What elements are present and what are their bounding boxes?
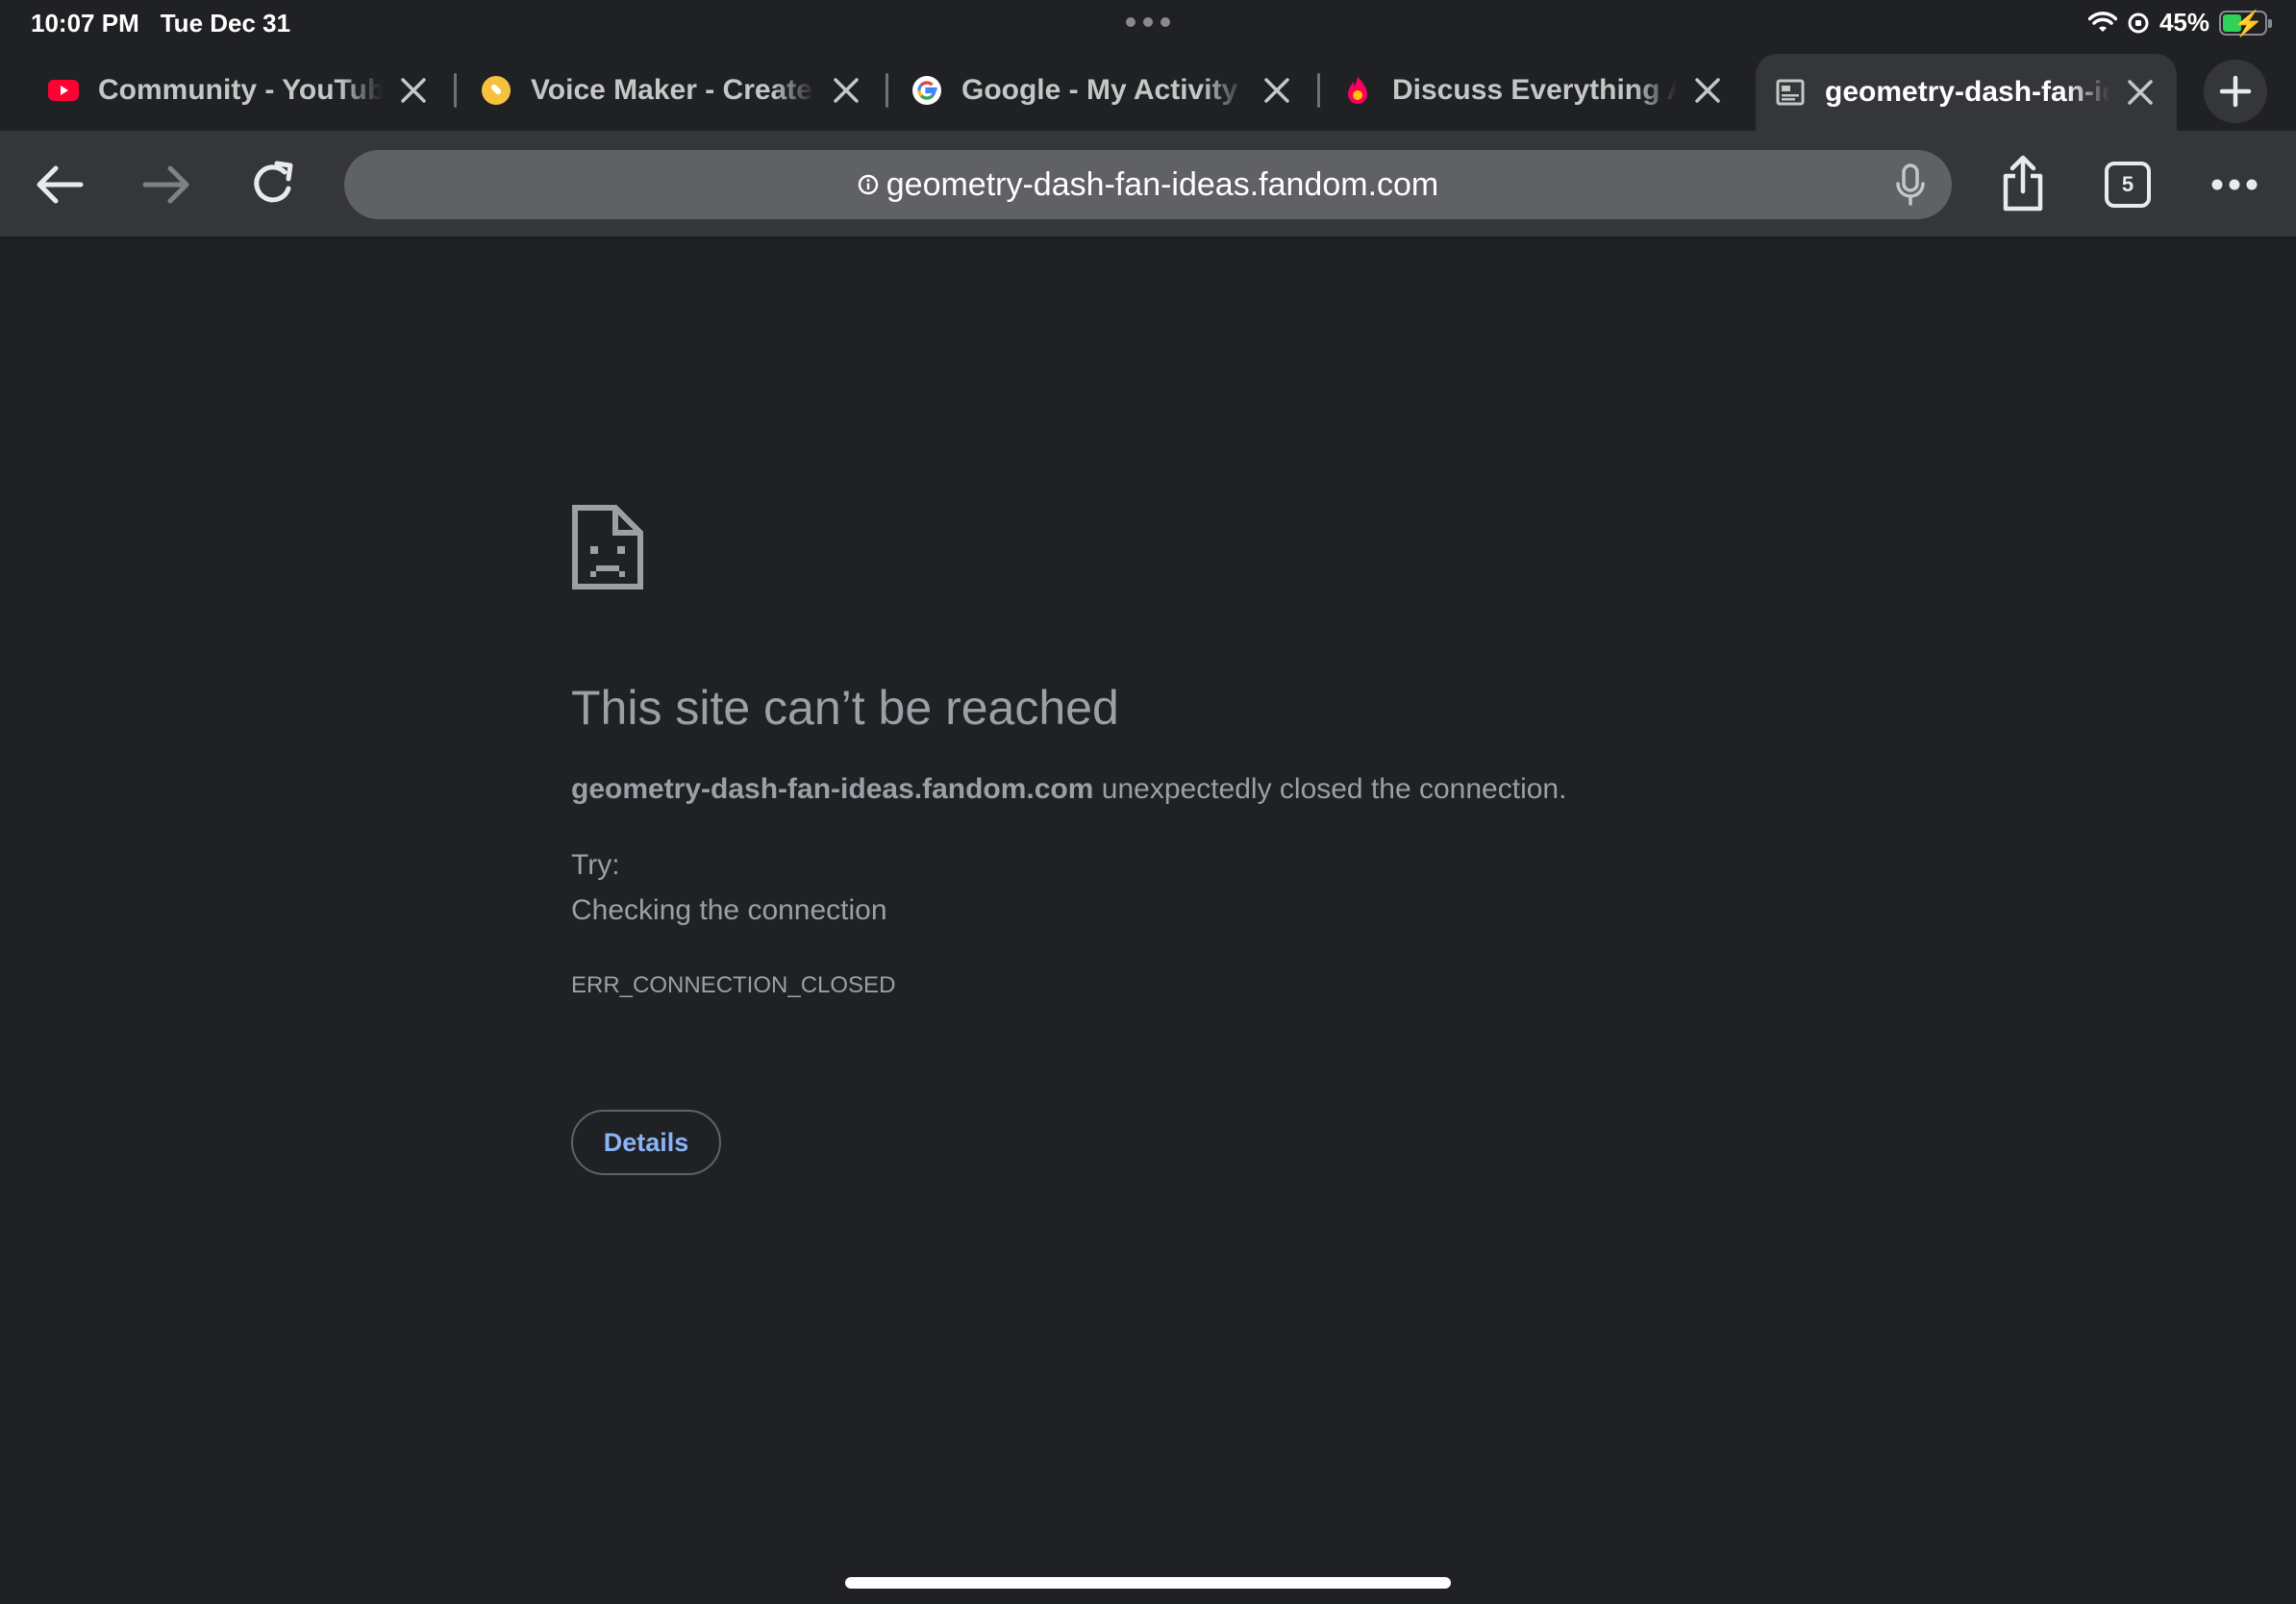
tab-youtube-community[interactable]: Community - YouTube [0,54,450,127]
battery-icon: ⚡ [2219,10,2272,37]
arrow-right-icon [142,165,189,204]
orientation-lock-icon [2128,13,2149,33]
wifi-icon [2087,11,2117,32]
close-tab-icon[interactable] [2123,75,2158,110]
status-indicators: 45% ⚡ [2087,8,2272,38]
arrow-left-icon [37,165,84,204]
close-tab-icon[interactable] [396,73,431,108]
microphone-icon[interactable] [1894,163,1927,213]
details-button[interactable]: Details [571,1110,721,1175]
tab-title: Google - My Activity [961,74,1238,106]
status-time-date: 10:07 PM Tue Dec 31 [31,9,290,38]
more-horizontal-icon [2211,179,2258,190]
tab-count: 5 [2105,162,2151,208]
close-tab-icon[interactable] [1690,73,1725,108]
tab-google-my-activity[interactable]: Google - My Activity [863,54,1313,127]
share-button[interactable] [1994,152,2052,215]
close-tab-icon[interactable] [829,73,863,108]
error-title: This site can’t be reached [571,681,1119,735]
tab-switcher-button[interactable]: 5 [2099,156,2157,213]
suggestion-item: Checking the connection [571,894,887,926]
status-time: 10:07 PM [31,9,139,38]
address-bar[interactable]: geometry-dash-fan-ideas.fandom.com [344,150,1952,219]
tab-title: geometry-dash-fan-ideas [1825,76,2109,108]
tab-voice-maker[interactable]: Voice Maker - Create [433,54,883,127]
more-menu-button[interactable] [2206,156,2263,213]
error-description: geometry-dash-fan-ideas.fandom.com unexp… [571,773,1566,806]
try-label: Try: [571,849,620,881]
youtube-icon [48,75,79,106]
tab-title: Voice Maker - Create [531,74,812,106]
browser-toolbar: geometry-dash-fan-ideas.fandom.com 5 [0,131,2296,238]
site-info-icon[interactable] [858,174,879,195]
error-host: geometry-dash-fan-ideas.fandom.com [571,773,1094,805]
tab-fandom-discuss[interactable]: Discuss Everything About [1294,54,1744,127]
back-button[interactable] [31,156,88,213]
error-message: unexpectedly closed the connection. [1093,773,1567,805]
error-page: This site can’t be reached geometry-dash… [0,239,2296,1604]
tab-title: Community - YouTube [98,74,383,106]
voice-maker-icon [481,75,512,106]
forward-button[interactable] [137,156,195,213]
status-date: Tue Dec 31 [160,9,291,38]
error-code: ERR_CONNECTION_CLOSED [571,972,896,998]
reload-button[interactable] [244,156,302,213]
share-icon [2003,155,2043,212]
status-bar: 10:07 PM Tue Dec 31 45% ⚡ [0,0,2296,46]
tab-geometry-dash-fan-ideas[interactable]: geometry-dash-fan-ideas [1756,54,2177,131]
tab-title: Discuss Everything About [1392,74,1677,106]
close-tab-icon[interactable] [1260,73,1294,108]
battery-percentage: 45% [2159,8,2209,37]
tab-strip: Community - YouTube Voice Maker - Create… [0,46,2296,131]
page-icon [1775,77,1806,108]
address-bar-url: geometry-dash-fan-ideas.fandom.com [886,165,1439,203]
google-icon [911,75,942,106]
new-tab-button[interactable] [2204,60,2267,123]
reload-icon [254,161,293,203]
plus-icon [2219,75,2252,108]
fandom-icon [1342,75,1373,106]
home-indicator[interactable] [845,1577,1451,1589]
sad-document-icon [571,504,644,595]
multitasking-dots-icon[interactable] [1126,17,1170,27]
